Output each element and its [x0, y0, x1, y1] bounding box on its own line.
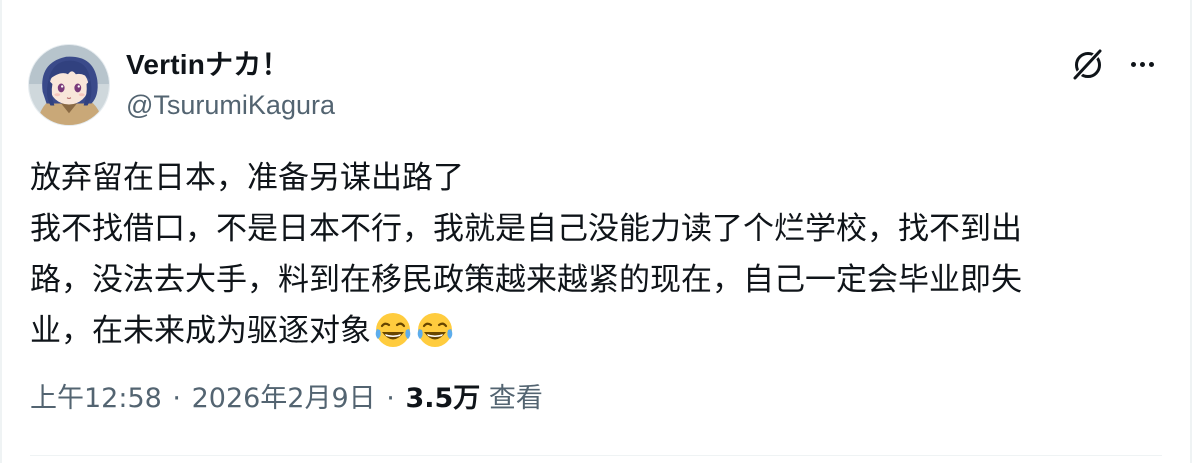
tweet-card: Vertinナカ！ @TsurumiKagura 放弃留在日本，准备另谋出路了 …: [0, 0, 1192, 463]
more-icon: [1130, 61, 1154, 67]
tweet-meta: 上午12:58 · 2026年2月9日 · 3.5万 查看: [30, 381, 543, 417]
grok-icon: [1072, 48, 1103, 81]
display-name[interactable]: Vertinナカ！: [126, 48, 290, 82]
tweet-text: 放弃留在日本，准备另谋出路了 我不找借口，不是日本不行，我就是自己没能力读了个烂…: [30, 153, 1130, 357]
divider: [30, 455, 1162, 456]
user-handle[interactable]: @TsurumiKagura: [126, 88, 335, 122]
tweet-line: 我不找借口，不是日本不行，我就是自己没能力读了个烂学校，找不到出: [30, 211, 1022, 247]
tweet-line: 路，没法去大手，料到在移民政策越来越紧的现在，自己一定会毕业即失: [30, 262, 1022, 298]
more-button[interactable]: [1122, 46, 1162, 82]
tweet-time[interactable]: 上午12:58: [30, 383, 162, 414]
meta-separator: ·: [386, 383, 395, 414]
tweet-line-text: 业，在未来成为驱逐对象: [30, 313, 371, 349]
grok-button[interactable]: [1068, 44, 1108, 84]
card-border-left: [0, 0, 2, 463]
face-with-tears-of-joy-icon: [415, 309, 455, 349]
face-with-tears-of-joy-icon: [373, 309, 413, 349]
avatar[interactable]: [28, 44, 110, 126]
tweet-line-last: 业，在未来成为驱逐对象: [30, 306, 1130, 357]
meta-separator: ·: [172, 383, 181, 414]
anime-girl-avatar-icon: [29, 45, 109, 125]
tweet-line: 放弃留在日本，准备另谋出路了: [30, 160, 464, 196]
views-count[interactable]: 3.5万: [405, 383, 480, 414]
tweet-date[interactable]: 2026年2月9日: [192, 383, 376, 414]
views-label: 查看: [488, 383, 543, 414]
